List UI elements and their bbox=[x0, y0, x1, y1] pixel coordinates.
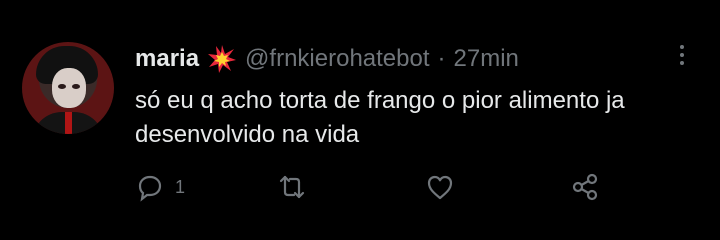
author-handle[interactable]: @frnkierohatebot bbox=[245, 44, 429, 74]
author-name[interactable]: maria bbox=[135, 44, 199, 74]
share-icon bbox=[572, 173, 598, 201]
tweet-actions: 1 bbox=[135, 172, 615, 208]
collision-emoji-icon bbox=[208, 45, 237, 73]
reply-bubble-icon bbox=[138, 175, 162, 202]
more-dot bbox=[680, 53, 684, 57]
avatar-face bbox=[52, 68, 86, 108]
more-dot bbox=[680, 61, 684, 65]
avatar[interactable] bbox=[22, 42, 114, 134]
header-separator: · bbox=[437, 45, 446, 72]
avatar-eye-left bbox=[58, 84, 66, 89]
retweet-icon bbox=[279, 175, 305, 199]
more-options-icon[interactable] bbox=[672, 42, 692, 70]
tweet-header: maria @frnkierohatebot · 27min bbox=[135, 44, 519, 74]
like-button[interactable] bbox=[425, 172, 465, 202]
tweet-text: só eu q acho torta de frango o pior alim… bbox=[135, 87, 625, 148]
more-dot bbox=[680, 45, 684, 49]
reply-button[interactable]: 1 bbox=[135, 172, 185, 202]
heart-icon bbox=[427, 175, 453, 200]
avatar-eye-right bbox=[72, 84, 80, 89]
retweet-button[interactable] bbox=[277, 172, 317, 202]
tweet-card[interactable]: maria @frnkierohatebot · 27min só eu q a… bbox=[0, 0, 720, 240]
reply-count: 1 bbox=[175, 176, 186, 197]
avatar-tie bbox=[65, 112, 72, 134]
tweet-timestamp[interactable]: 27min bbox=[454, 44, 519, 74]
share-button[interactable] bbox=[570, 172, 610, 202]
